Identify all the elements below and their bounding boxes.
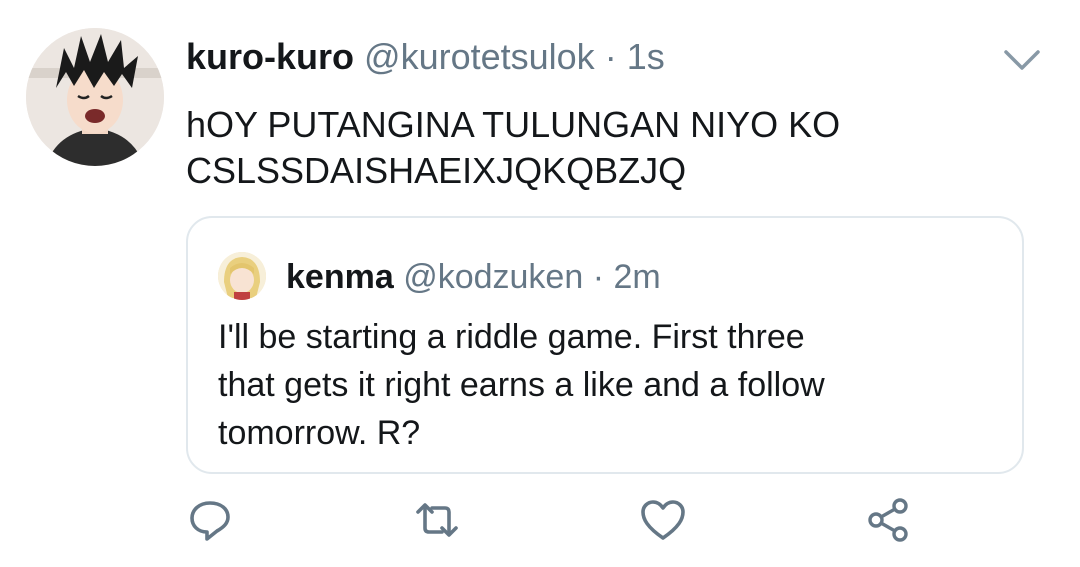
like-icon[interactable] [637,494,689,546]
tweet-text-line: CSLSSDAISHAEIXJQKQBZJQ [186,150,687,191]
tweet-timestamp[interactable]: 1s [627,36,665,77]
quoted-tweet-header: kenma @kodzuken · 2m [286,255,661,299]
time-separator: · [594,36,627,77]
tweet-text-line: hOY PUTANGINA TULUNGAN NIYO KO [186,104,841,145]
tweet-header: kuro-kuro @kurotetsulok · 1s [186,34,665,80]
quoted-time-separator: · [583,258,614,296]
share-icon[interactable] [862,494,914,546]
quoted-author-handle: @kodzuken [403,258,584,296]
quoted-tweet-text: I'll be starting a riddle game. First th… [218,313,1008,457]
quoted-author-display-name: kenma [286,258,394,296]
tweet-text: hOY PUTANGINA TULUNGAN NIYO KO CSLSSDAIS… [186,102,1046,194]
chevron-down-icon[interactable] [1002,44,1042,74]
author-handle[interactable]: @kurotetsulok [364,36,595,77]
author-display-name[interactable]: kuro-kuro [186,36,354,77]
quoted-text-line: that gets it right earns a like and a fo… [218,366,825,404]
quoted-author-avatar [218,252,266,300]
tweet-action-bar [0,494,1080,554]
quoted-text-line: I'll be starting a riddle game. First th… [218,318,805,356]
quoted-tweet-card[interactable]: kenma @kodzuken · 2m I'll be starting a … [186,216,1024,474]
reply-icon[interactable] [184,494,236,546]
quoted-tweet-timestamp: 2m [613,258,661,296]
retweet-icon[interactable] [411,494,463,546]
quoted-text-line: tomorrow. R? [218,414,421,452]
author-avatar[interactable] [26,28,164,166]
